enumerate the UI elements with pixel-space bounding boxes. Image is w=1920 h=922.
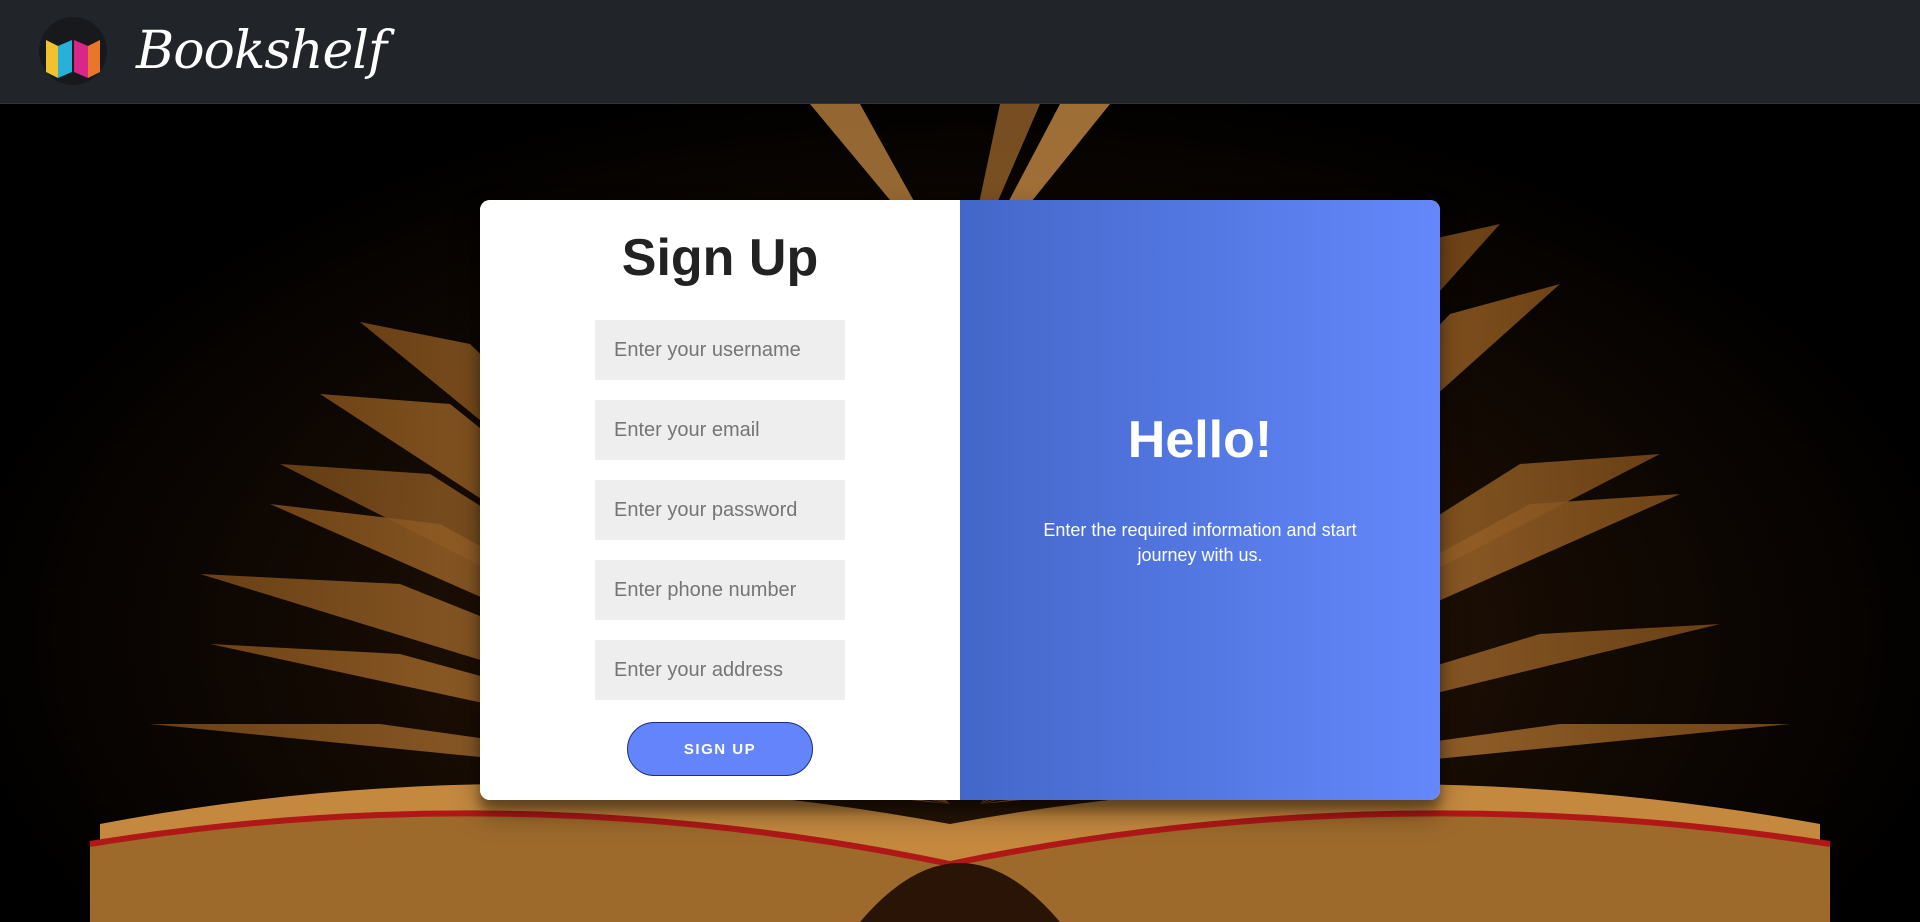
signup-title: Sign Up — [621, 229, 819, 287]
phone-input[interactable] — [595, 560, 845, 620]
brand-name[interactable]: Bookshelf — [136, 16, 387, 86]
email-input[interactable] — [595, 400, 845, 460]
signup-button[interactable]: SIGN UP — [627, 722, 813, 776]
signup-card: Sign Up SIGN UP Hello! Enter the require… — [480, 200, 1440, 800]
welcome-panel: Hello! Enter the required information an… — [960, 200, 1440, 800]
navbar: Bookshelf — [0, 0, 1920, 104]
book-logo-icon — [39, 17, 107, 85]
welcome-text: Enter the required information and start… — [1043, 520, 1357, 565]
address-input[interactable] — [595, 640, 845, 700]
welcome-title: Hello! — [1127, 411, 1273, 469]
username-input[interactable] — [595, 320, 845, 380]
password-input[interactable] — [595, 480, 845, 540]
signup-form-panel: Sign Up SIGN UP — [480, 200, 960, 800]
